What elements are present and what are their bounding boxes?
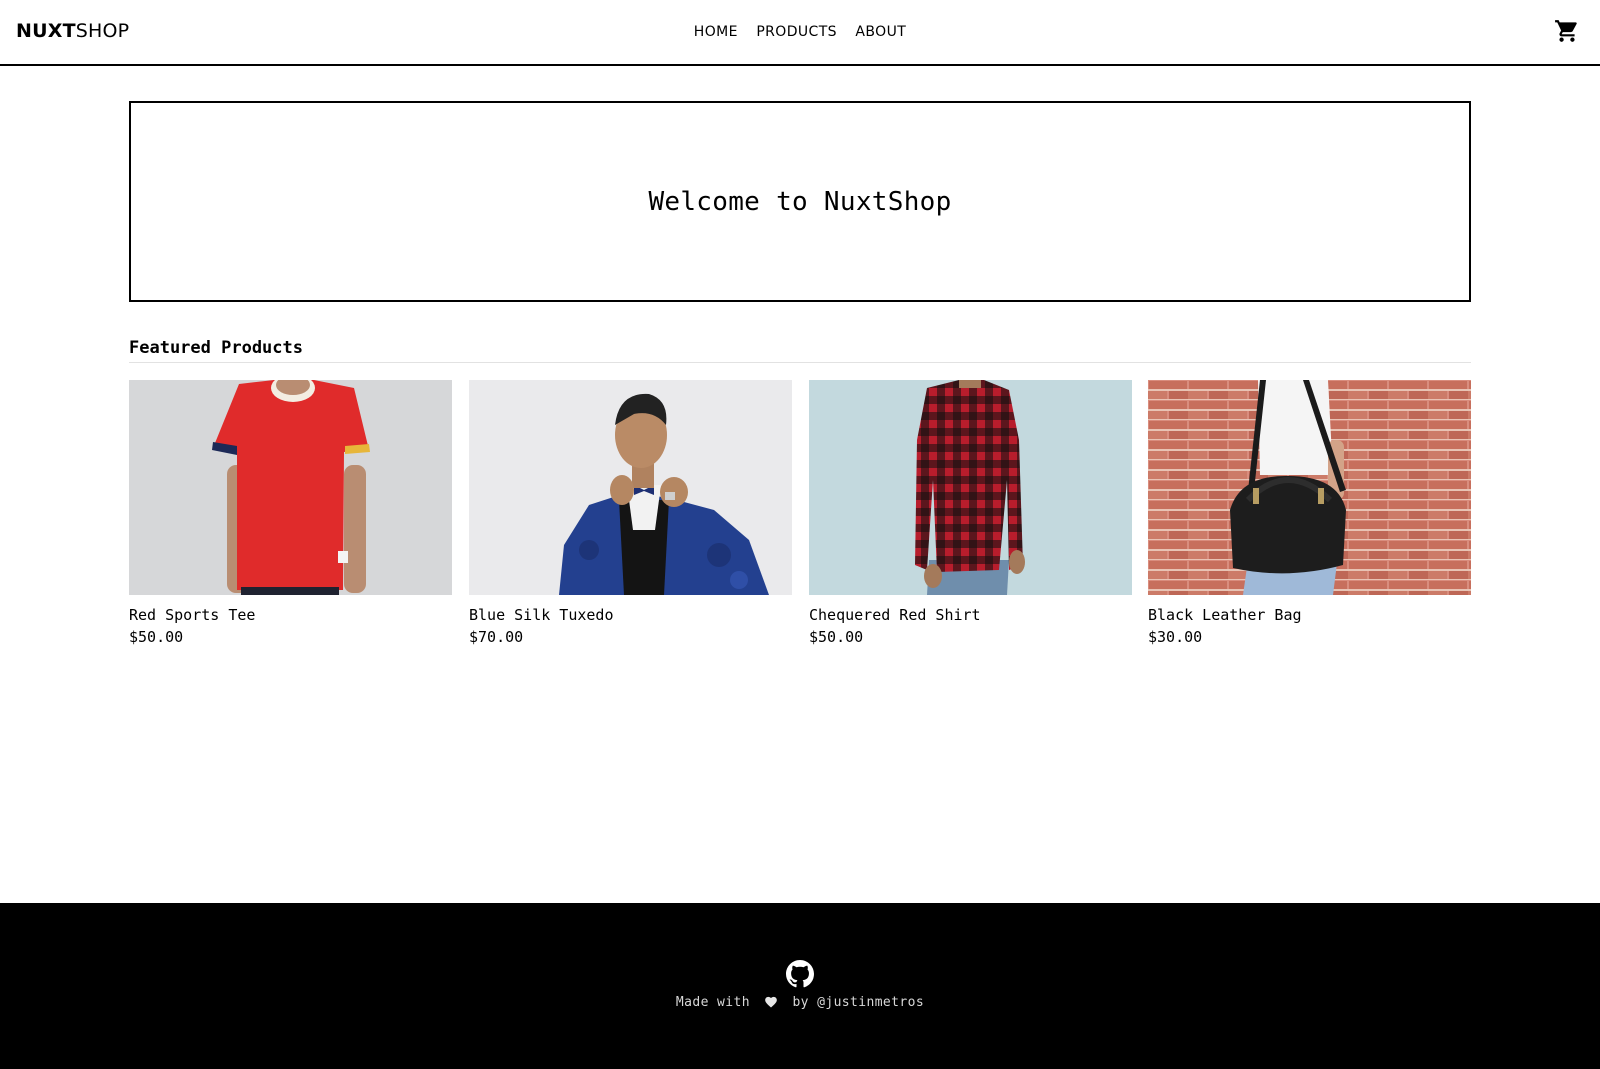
product-card[interactable]: Chequered Red Shirt $50.00 — [809, 380, 1132, 646]
site-footer: Made with by @justinmetros — [0, 903, 1600, 1069]
product-name[interactable]: Red Sports Tee — [129, 606, 452, 624]
featured-products-grid: Red Sports Tee $50.00 Blue Silk Tuxedo $… — [129, 380, 1471, 650]
product-card[interactable]: Blue Silk Tuxedo $70.00 — [469, 380, 792, 646]
github-icon[interactable] — [786, 960, 814, 988]
nav-products[interactable]: PRODUCTS — [756, 24, 837, 40]
hero-title: Welcome to NuxtShop — [648, 186, 952, 217]
heart-icon — [765, 996, 778, 1008]
product-image-black-leather-bag[interactable] — [1148, 380, 1471, 595]
footer-credit: Made with by @justinmetros — [0, 995, 1600, 1010]
product-price: $30.00 — [1148, 628, 1203, 646]
product-image-chequered-red-shirt[interactable] — [809, 380, 1132, 595]
product-card[interactable]: Black Leather Bag $30.00 — [1148, 380, 1471, 646]
cart-icon[interactable] — [1554, 18, 1580, 44]
product-price: $50.00 — [129, 628, 184, 646]
author-link[interactable]: by @justinmetros — [792, 995, 924, 1010]
product-name[interactable]: Chequered Red Shirt — [809, 606, 1132, 624]
product-price: $50.00 — [809, 628, 864, 646]
made-with-text: Made with — [675, 995, 750, 1010]
site-header: NUXTSHOP HOME PRODUCTS ABOUT — [0, 0, 1600, 66]
product-image-red-sports-tee[interactable] — [129, 380, 452, 595]
product-price: $70.00 — [469, 628, 524, 646]
main-nav: HOME PRODUCTS ABOUT — [0, 24, 1600, 40]
nav-home[interactable]: HOME — [694, 24, 738, 40]
nav-about[interactable]: ABOUT — [855, 24, 906, 40]
product-name[interactable]: Black Leather Bag — [1148, 606, 1471, 624]
product-card[interactable]: Red Sports Tee $50.00 — [129, 380, 452, 646]
product-name[interactable]: Blue Silk Tuxedo — [469, 606, 792, 624]
hero-banner: Welcome to NuxtShop — [129, 101, 1471, 302]
product-image-blue-silk-tuxedo[interactable] — [469, 380, 792, 595]
featured-products-heading: Featured Products — [129, 338, 1471, 363]
